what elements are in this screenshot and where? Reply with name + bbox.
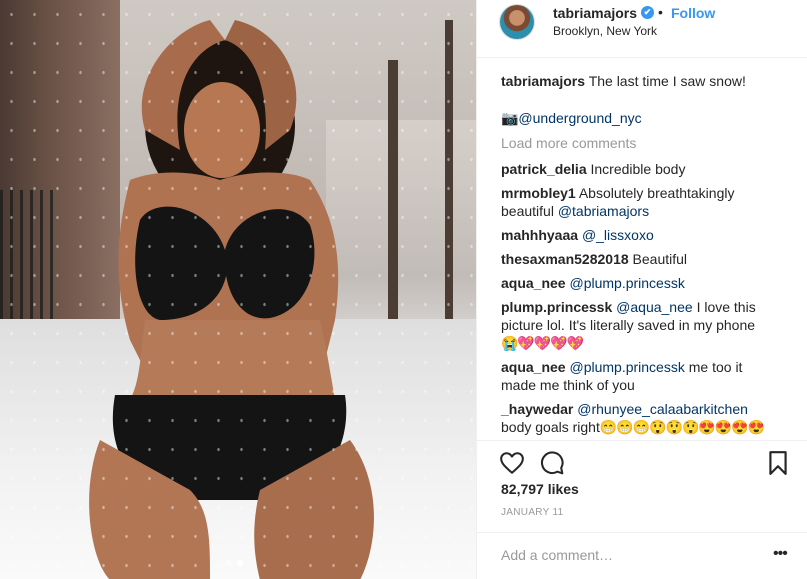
comment-mention[interactable]: @plump.princessk [569, 275, 684, 291]
comment-username[interactable]: _haywedar [501, 401, 573, 417]
comment-item: mrmobley1 Absolutely breathtakingly beau… [501, 184, 791, 220]
follow-button[interactable]: Follow [671, 5, 715, 21]
comment-text: beautiful [501, 203, 558, 219]
verified-badge-icon: ✔ [641, 6, 654, 19]
add-comment-bar: Add a comment… ••• [477, 532, 807, 579]
comment-username[interactable]: aqua_nee [501, 359, 566, 375]
more-options-icon[interactable]: ••• [773, 545, 788, 563]
post-location[interactable]: Brooklyn, New York [553, 24, 657, 38]
avatar[interactable] [500, 5, 534, 39]
caption-credit: 📷@underground_nyc [501, 109, 791, 127]
photo-snowflakes [0, 0, 476, 579]
comment-text: Absolutely breathtakingly [578, 185, 735, 201]
comment-text: picture lol. It's literally saved in my … [501, 317, 756, 333]
comment-emoji: 😁😁😁😲😲😲😍😍😍😍 [599, 419, 765, 435]
caption-credit-mention[interactable]: 📷@underground_nyc [501, 110, 642, 126]
load-more-comments[interactable]: Load more comments [501, 134, 791, 152]
comment-icon[interactable] [539, 450, 565, 476]
comment-item: _haywedar @rhunyee_calaabarkitchen body … [501, 400, 791, 436]
comment-mention[interactable]: @plump.princessk [569, 359, 684, 375]
comment-item: patrick_delia Incredible body [501, 160, 791, 178]
comment-emoji: 😭💖💖💖💖 [501, 335, 584, 351]
comment-mention[interactable]: @rhunyee_calaabarkitchen [577, 401, 748, 417]
comment-item: thesaxman5282018 Beautiful [501, 250, 791, 268]
comment-item: mahhhyaaa @_lissxoxo [501, 226, 791, 244]
carousel-dot [226, 560, 232, 566]
comment-username[interactable]: mahhhyaaa [501, 227, 578, 243]
comment-mention[interactable]: @tabriamajors [558, 203, 649, 219]
bookmark-icon[interactable] [765, 450, 791, 476]
comment-text: me too it [688, 359, 743, 375]
post-header: tabriamajors ✔ • Follow Brooklyn, New Yo… [477, 0, 807, 58]
caption: tabriamajors The last time I saw snow! [501, 72, 791, 90]
add-comment-input[interactable]: Add a comment… [501, 547, 613, 563]
comment-item: aqua_nee @plump.princessk me too it made… [501, 358, 791, 394]
comment-mention[interactable]: @aqua_nee [616, 299, 693, 315]
post-date[interactable]: JANUARY 11 [501, 507, 563, 518]
comment-username[interactable]: plump.princessk [501, 299, 612, 315]
actions-divider [477, 440, 807, 441]
comment-item: plump.princessk @aqua_nee I love this pi… [501, 298, 791, 352]
load-more-label[interactable]: Load more comments [501, 135, 636, 151]
header-username[interactable]: tabriamajors [553, 5, 637, 21]
comment-username[interactable]: aqua_nee [501, 275, 566, 291]
comment-username[interactable]: patrick_delia [501, 161, 587, 177]
likes-count[interactable]: 82,797 likes [501, 481, 579, 497]
comment-mention[interactable]: @_lissxoxo [582, 227, 654, 243]
caption-username[interactable]: tabriamajors [501, 73, 585, 89]
comment-text: made me think of you [501, 377, 635, 393]
comment-username[interactable]: mrmobley1 [501, 185, 576, 201]
caption-text: The last time I saw snow! [588, 73, 746, 89]
carousel-indicator [226, 560, 243, 566]
comment-text: body goals right [501, 419, 600, 435]
post-sidebar: tabriamajors ✔ • Follow Brooklyn, New Yo… [476, 0, 807, 579]
comment-text: I love this [696, 299, 756, 315]
comment-text: Beautiful [632, 251, 688, 267]
comment-username[interactable]: thesaxman5282018 [501, 251, 629, 267]
heart-icon[interactable] [499, 450, 525, 476]
post-photo[interactable] [0, 0, 476, 579]
header-separator: • [658, 4, 663, 20]
comment-text: Incredible body [590, 161, 686, 177]
comment-item: aqua_nee @plump.princessk [501, 274, 791, 292]
carousel-dot-active [237, 560, 243, 566]
